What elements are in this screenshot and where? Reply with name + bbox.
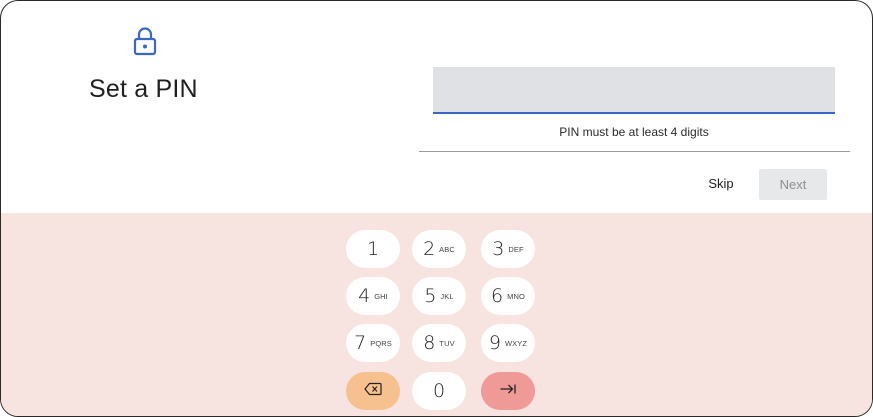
pin-helper-text: PIN must be at least 4 digits xyxy=(559,125,709,139)
key-digit: 5 xyxy=(424,285,437,307)
backspace-key[interactable] xyxy=(346,372,400,410)
key-digit: 3 xyxy=(492,238,505,260)
key-digit: 0 xyxy=(432,380,446,402)
key-8[interactable]: 8 TUV xyxy=(412,324,466,362)
pin-setup-window: Set a PIN PIN must be at least 4 digits … xyxy=(0,0,873,417)
key-digit: 2 xyxy=(423,238,436,260)
key-digit: 9 xyxy=(488,332,501,354)
key-letters: GHI xyxy=(374,291,388,301)
enter-arrow-icon xyxy=(499,382,517,401)
key-digit: 8 xyxy=(423,332,436,354)
key-5[interactable]: 5 JKL xyxy=(412,277,466,315)
key-letters: WXYZ xyxy=(505,338,528,348)
key-letters: DEF xyxy=(508,244,524,254)
key-2[interactable]: 2 ABC xyxy=(412,230,466,268)
key-4[interactable]: 4 GHI xyxy=(346,277,400,315)
key-7[interactable]: 7 PQRS xyxy=(346,324,400,362)
key-letters: JKL xyxy=(440,291,454,301)
next-button[interactable]: Next xyxy=(759,169,827,200)
key-digit: 6 xyxy=(491,285,504,307)
divider xyxy=(419,151,850,152)
backspace-icon xyxy=(364,382,382,401)
key-1[interactable]: 1 xyxy=(346,230,400,268)
lock-icon xyxy=(132,26,158,56)
key-9[interactable]: 9 WXYZ xyxy=(481,324,535,362)
key-digit: 4 xyxy=(358,285,371,307)
pin-input[interactable] xyxy=(433,67,835,114)
key-letters: TUV xyxy=(439,338,455,348)
skip-button[interactable]: Skip xyxy=(698,169,744,199)
key-6[interactable]: 6 MNO xyxy=(481,277,535,315)
page-title: Set a PIN xyxy=(89,75,198,103)
key-letters: MNO xyxy=(507,291,525,301)
key-0[interactable]: 0 xyxy=(412,372,466,410)
key-letters: ABC xyxy=(439,244,455,254)
key-digit: 7 xyxy=(354,332,367,354)
key-digit: 1 xyxy=(366,238,380,260)
enter-key[interactable] xyxy=(481,372,535,410)
key-letters: PQRS xyxy=(370,338,392,348)
keypad: 1 2 ABC 3 DEF 4 GHI 5 JKL 6 MNO 7 PQRS 8 xyxy=(1,213,872,416)
key-3[interactable]: 3 DEF xyxy=(481,230,535,268)
